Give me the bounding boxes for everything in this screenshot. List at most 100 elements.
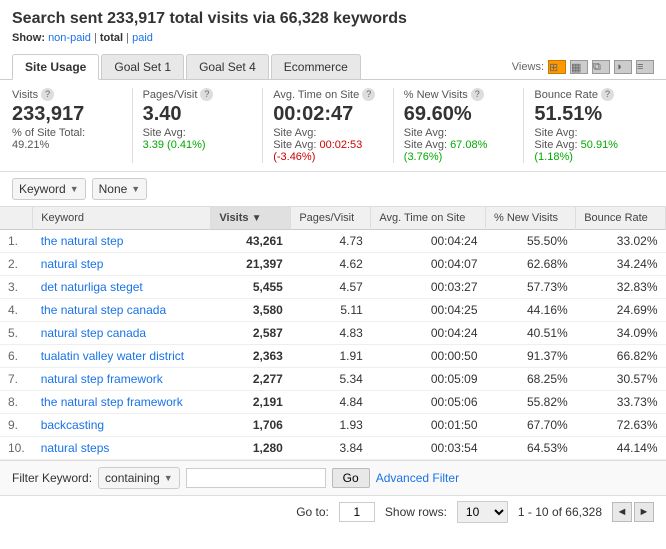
metric-new-visits-value: 69.60% (404, 101, 514, 127)
col-pages: Pages/Visit (291, 207, 371, 230)
tab-ecommerce[interactable]: Ecommerce (271, 54, 361, 79)
metric-pages: Pages/Visit ? 3.40 Site Avg: 3.39 (0.41%… (143, 88, 264, 163)
col-time: Avg. Time on Site (371, 207, 486, 230)
view-bar-icon[interactable]: ▦ (570, 60, 588, 74)
view-pie-icon[interactable]: ◑ (614, 60, 632, 74)
metric-bounce-sub2: Site Avg: 50.91% (1.18%) (534, 139, 644, 163)
cell-bounce-2: 32.83% (576, 276, 666, 299)
tab-site-usage[interactable]: Site Usage (12, 54, 99, 80)
keyword-dropdown[interactable]: Keyword ▼ (12, 178, 86, 200)
cell-visits-4: 2,587 (211, 322, 291, 345)
cell-new-visits-7: 55.82% (486, 391, 576, 414)
cell-visits-6: 2,277 (211, 368, 291, 391)
metric-new-visits-sub1: Site Avg: (404, 127, 514, 139)
time-help-icon[interactable]: ? (362, 88, 375, 101)
metric-time: Avg. Time on Site ? 00:02:47 Site Avg: S… (273, 88, 394, 163)
metric-time-label: Avg. Time on Site (273, 89, 359, 101)
view-table-icon[interactable]: ≡ (636, 60, 654, 74)
none-dropdown[interactable]: None ▼ (92, 178, 148, 200)
cell-bounce-3: 24.69% (576, 299, 666, 322)
cell-bounce-7: 33.73% (576, 391, 666, 414)
cell-visits-1: 21,397 (211, 253, 291, 276)
advanced-filter-link[interactable]: Advanced Filter (376, 471, 459, 485)
cell-time-7: 00:05:06 (371, 391, 486, 414)
cell-pages-0: 4.73 (291, 230, 371, 253)
metric-pages-label: Pages/Visit (143, 89, 198, 101)
cell-keyword-4: natural step canada (33, 322, 211, 345)
cell-bounce-6: 30.57% (576, 368, 666, 391)
keyword-link-3[interactable]: the natural step canada (41, 303, 166, 317)
show-rows-label: Show rows: (385, 505, 447, 519)
metric-bounce-value: 51.51% (534, 101, 644, 127)
cell-rank-7: 8. (0, 391, 33, 414)
link-non-paid[interactable]: non-paid (48, 32, 91, 44)
keyword-link-4[interactable]: natural step canada (41, 326, 146, 340)
keyword-link-6[interactable]: natural step framework (41, 372, 163, 386)
cell-new-visits-9: 64.53% (486, 437, 576, 460)
filter-go-button[interactable]: Go (332, 468, 370, 488)
metric-new-visits: % New Visits ? 69.60% Site Avg: Site Avg… (404, 88, 525, 163)
metric-time-sub2: Site Avg: 00:02:53 (-3.46%) (273, 139, 383, 163)
cell-new-visits-4: 40.51% (486, 322, 576, 345)
keyword-dropdown-arrow: ▼ (70, 184, 79, 194)
keyword-link-5[interactable]: tualatin valley water district (41, 349, 184, 363)
data-table: Keyword Visits ▼ Pages/Visit Avg. Time o… (0, 207, 666, 460)
cell-rank-1: 2. (0, 253, 33, 276)
keyword-link-9[interactable]: natural steps (41, 441, 110, 455)
keyword-link-2[interactable]: det naturliga steget (41, 280, 143, 294)
cell-bounce-1: 34.24% (576, 253, 666, 276)
metric-bounce-label: Bounce Rate (534, 89, 598, 101)
page-title: Search sent 233,917 total visits via 66,… (12, 10, 654, 28)
metric-visits-label: Visits (12, 89, 38, 101)
link-paid[interactable]: paid (132, 32, 153, 44)
bounce-help-icon[interactable]: ? (601, 88, 614, 101)
cell-time-5: 00:00:50 (371, 345, 486, 368)
keyword-link-7[interactable]: the natural step framework (41, 395, 183, 409)
cell-pages-7: 4.84 (291, 391, 371, 414)
cell-rank-8: 9. (0, 414, 33, 437)
table-controls: Keyword ▼ None ▼ (0, 172, 666, 207)
table-row: 6. tualatin valley water district 2,363 … (0, 345, 666, 368)
table-row: 8. the natural step framework 2,191 4.84… (0, 391, 666, 414)
cell-keyword-9: natural steps (33, 437, 211, 460)
tabs-bar: Site Usage Goal Set 1 Goal Set 4 Ecommer… (0, 48, 666, 80)
metric-new-visits-label: % New Visits (404, 89, 468, 101)
view-grid-icon[interactable]: ⊞ (548, 60, 566, 74)
prev-page-button[interactable]: ◄ (612, 502, 632, 522)
keyword-link-8[interactable]: backcasting (41, 418, 104, 432)
cell-time-1: 00:04:07 (371, 253, 486, 276)
tab-goal-set-4[interactable]: Goal Set 4 (186, 54, 269, 79)
header: Search sent 233,917 total visits via 66,… (0, 0, 666, 528)
col-new-visits: % New Visits (486, 207, 576, 230)
table-row: 9. backcasting 1,706 1.93 00:01:50 67.70… (0, 414, 666, 437)
view-compare-icon[interactable]: ⧉ (592, 60, 610, 74)
cell-keyword-0: the natural step (33, 230, 211, 253)
pages-help-icon[interactable]: ? (200, 88, 213, 101)
cell-rank-3: 4. (0, 299, 33, 322)
cell-bounce-4: 34.09% (576, 322, 666, 345)
filter-containing-dropdown[interactable]: containing ▼ (98, 467, 180, 489)
rows-select[interactable]: 10 25 50 100 (457, 501, 508, 523)
goto-input[interactable] (339, 502, 375, 522)
cell-time-6: 00:05:09 (371, 368, 486, 391)
show-label: Show: (12, 32, 45, 44)
tab-goal-set-1[interactable]: Goal Set 1 (101, 54, 184, 79)
visits-help-icon[interactable]: ? (41, 88, 54, 101)
cell-visits-5: 2,363 (211, 345, 291, 368)
cell-time-0: 00:04:24 (371, 230, 486, 253)
next-page-button[interactable]: ► (634, 502, 654, 522)
metric-visits-value: 233,917 (12, 101, 122, 127)
filter-keyword-input[interactable] (186, 468, 326, 488)
keyword-link-0[interactable]: the natural step (41, 234, 124, 248)
cell-bounce-0: 33.02% (576, 230, 666, 253)
cell-pages-6: 5.34 (291, 368, 371, 391)
table-row: 5. natural step canada 2,587 4.83 00:04:… (0, 322, 666, 345)
col-visits[interactable]: Visits ▼ (211, 207, 291, 230)
table-row: 2. natural step 21,397 4.62 00:04:07 62.… (0, 253, 666, 276)
table-row: 3. det naturliga steget 5,455 4.57 00:03… (0, 276, 666, 299)
keyword-link-1[interactable]: natural step (41, 257, 104, 271)
cell-pages-4: 4.83 (291, 322, 371, 345)
cell-time-8: 00:01:50 (371, 414, 486, 437)
new-visits-help-icon[interactable]: ? (471, 88, 484, 101)
cell-rank-4: 5. (0, 322, 33, 345)
